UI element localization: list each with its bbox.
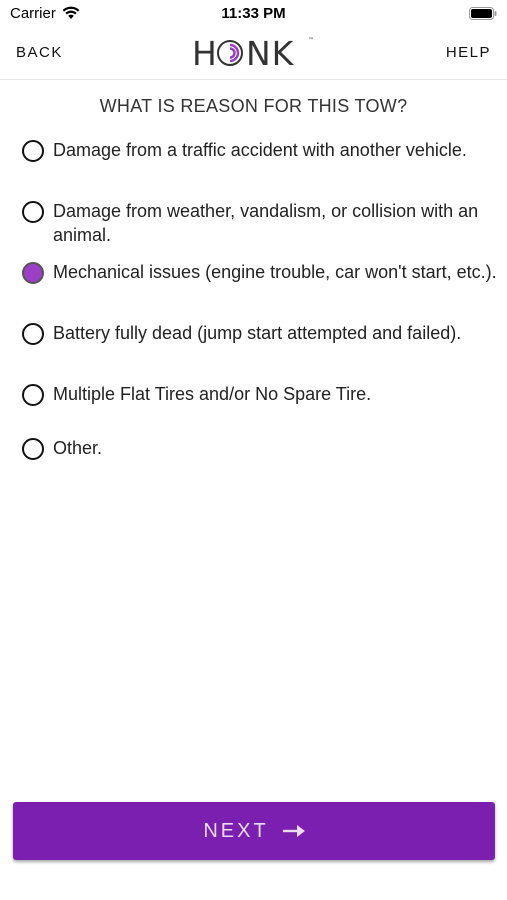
status-time: 11:33 PM	[221, 5, 286, 22]
arrow-right-icon	[282, 825, 305, 837]
option-traffic-accident[interactable]: Damage from a traffic accident with anot…	[22, 138, 497, 199]
battery-icon	[469, 7, 497, 20]
option-label: Other.	[53, 438, 103, 458]
radio-button[interactable]	[22, 384, 44, 406]
question-heading: WHAT IS REASON FOR THIS TOW?	[99, 96, 408, 116]
option-label: Multiple Flat Tires and/or No Spare Tire…	[53, 384, 372, 404]
option-other[interactable]: Other.	[22, 436, 497, 476]
back-button[interactable]: BACK	[16, 44, 63, 61]
svg-text:H: H	[192, 34, 218, 72]
radio-button-selected[interactable]	[22, 262, 44, 284]
help-button[interactable]: HELP	[446, 44, 491, 61]
radio-button[interactable]	[22, 140, 44, 162]
option-label: Battery fully dead (jump start attempted…	[53, 323, 462, 343]
option-label: Mechanical issues (engine trouble, car w…	[53, 262, 497, 282]
option-battery-dead[interactable]: Battery fully dead (jump start attempted…	[22, 321, 497, 382]
radio-button[interactable]	[22, 438, 44, 460]
svg-text:NK: NK	[246, 34, 295, 72]
option-label: Damage from weather, vandalism, or colli…	[53, 201, 479, 245]
option-mechanical-issues[interactable]: Mechanical issues (engine trouble, car w…	[22, 260, 497, 321]
option-flat-tires[interactable]: Multiple Flat Tires and/or No Spare Tire…	[22, 382, 497, 436]
next-button-label: NEXT	[203, 819, 269, 842]
next-button[interactable]: NEXT	[13, 802, 495, 860]
option-label: Damage from a traffic accident with anot…	[53, 140, 467, 160]
option-weather-vandalism[interactable]: Damage from weather, vandalism, or colli…	[22, 199, 497, 260]
radio-button[interactable]	[22, 323, 44, 345]
status-bar: Carrier 11:33 PM	[0, 0, 507, 28]
nav-bar: BACK H NK ™ HELP	[0, 28, 507, 80]
trademark-mark: ™	[308, 37, 314, 44]
logo-o-ring-icon	[217, 40, 243, 66]
reason-options: Damage from a traffic accident with anot…	[22, 138, 497, 476]
honk-logo: H NK ™	[192, 34, 314, 72]
radio-button[interactable]	[22, 201, 44, 223]
